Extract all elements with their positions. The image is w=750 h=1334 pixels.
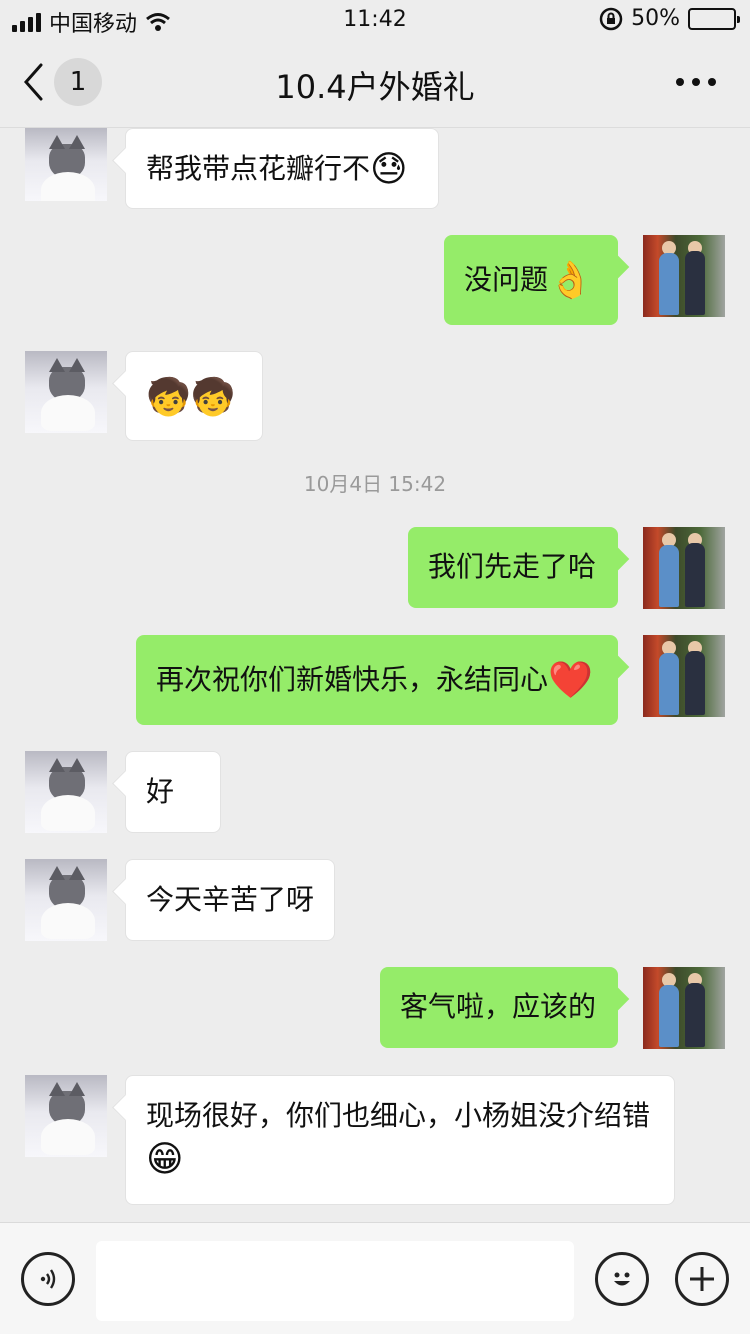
voice-icon (40, 1269, 56, 1289)
message-text: 客气啦，应该的 (400, 990, 597, 1023)
message-text: 没问题 (464, 263, 549, 296)
message-bubble[interactable]: 今天辛苦了呀 (125, 859, 335, 941)
contact-avatar[interactable] (25, 1075, 107, 1157)
contact-avatar[interactable] (25, 859, 107, 941)
message-text: 现场很好，你们也细心，小杨姐没介绍错 (146, 1099, 651, 1132)
status-bar: 中国移动 11:42 50% (0, 0, 750, 40)
contact-avatar[interactable] (25, 128, 107, 201)
my-avatar[interactable] (643, 635, 725, 717)
message-bubble[interactable]: 我们先走了哈 (408, 527, 618, 608)
plus-icon (690, 1267, 714, 1291)
message-bubble[interactable]: 现场很好，你们也细心，小杨姐没介绍错 😁 (125, 1075, 675, 1205)
status-right: 50% (599, 6, 740, 31)
message-bubble[interactable]: 帮我带点花瓣行不😓 (125, 128, 439, 209)
ok-hand-emoji: 👌 (548, 260, 593, 301)
battery-percent: 50% (631, 6, 680, 31)
nav-bar: 1 10.4户外婚礼 (0, 40, 750, 128)
message-bubble[interactable]: 🧒🧒 (125, 351, 263, 441)
emoji-button[interactable] (595, 1252, 649, 1306)
contact-avatar[interactable] (25, 751, 107, 833)
voice-button[interactable] (21, 1252, 75, 1306)
message-bubble[interactable]: 再次祝你们新婚快乐，永结同心❤️ (136, 635, 618, 725)
contact-avatar[interactable] (25, 351, 107, 433)
my-avatar[interactable] (643, 527, 725, 609)
people-emoji: 🧒🧒 (146, 377, 236, 418)
heart-emoji: ❤️ (548, 660, 593, 701)
rotation-lock-icon (599, 7, 623, 30)
grinning-emoji: 😁 (146, 1139, 184, 1180)
worried-face-emoji: 😓 (370, 149, 408, 190)
message-bubble[interactable]: 没问题👌 (444, 235, 618, 325)
timestamp: 10月4日 15:42 (303, 472, 447, 496)
message-bubble[interactable]: 好 (125, 751, 221, 833)
message-text: 好 (146, 775, 175, 808)
battery-icon (688, 7, 740, 30)
my-avatar[interactable] (643, 967, 725, 1049)
message-text: 我们先走了哈 (428, 550, 597, 583)
chat-area[interactable]: 帮我带点花瓣行不😓 没问题👌 🧒🧒 10月4日 15:42 我们先走了哈 再次祝… (0, 128, 750, 1221)
message-text: 再次祝你们新婚快乐，永结同心 (156, 663, 549, 696)
message-bubble[interactable]: 客气啦，应该的 (380, 967, 618, 1048)
my-avatar[interactable] (643, 235, 725, 317)
chat-title: 10.4户外婚礼 (275, 68, 475, 106)
message-text: 帮我带点花瓣行不 (146, 152, 371, 185)
smiley-icon (614, 1272, 630, 1286)
message-text: 今天辛苦了呀 (146, 883, 315, 916)
more-functions-button[interactable] (675, 1252, 729, 1306)
more-button[interactable] (676, 78, 716, 86)
message-input[interactable] (96, 1241, 574, 1321)
more-dots-icon (676, 78, 684, 86)
input-bar (0, 1222, 750, 1334)
